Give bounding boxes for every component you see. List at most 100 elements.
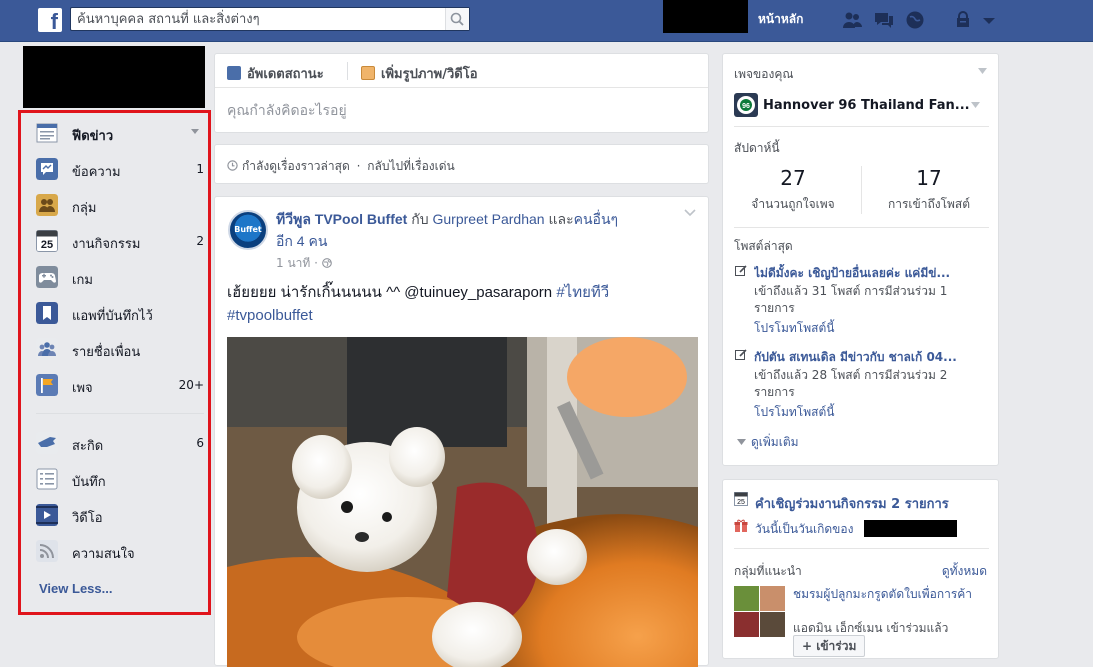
- video-icon: [36, 504, 58, 526]
- privacy-icon[interactable]: [952, 10, 974, 30]
- tab-label: เพิ่มรูปภาพ/วิดีโอ: [381, 67, 478, 82]
- tab-update-status[interactable]: อัพเดตสถานะ: [227, 63, 324, 84]
- sidebar-item-notes[interactable]: บันทึก: [36, 466, 204, 492]
- sidebar-item-news-feed[interactable]: ฟีดข่าว: [36, 120, 204, 146]
- section-title: สัปดาห์นี้: [734, 141, 780, 155]
- news-feed-icon: [36, 123, 58, 143]
- events-and-groups-panel: 25 คำเชิญร่วมงานกิจกรรม 2 รายการ วันนี้เ…: [722, 479, 999, 659]
- edit-post-icon: [735, 349, 747, 360]
- sidebar-item-label: บันทึก: [72, 475, 106, 490]
- sidebar-item-messages[interactable]: ข้อความ 1: [36, 156, 204, 182]
- sidebar-item-friend-lists[interactable]: รายชื่อเพื่อน: [36, 336, 204, 362]
- page-logo-icon[interactable]: 96: [734, 93, 758, 117]
- sidebar-item-label: สะกิด: [72, 439, 104, 454]
- page-likes-label: จำนวนถูกใจเพจ: [751, 197, 835, 211]
- see-all-link[interactable]: ดูทั้งหมด: [942, 562, 987, 581]
- page-avatar[interactable]: Buffet: [228, 210, 268, 250]
- globe-icon: [321, 258, 332, 268]
- promote-post-link[interactable]: โปรโมทโพสต์นี้: [754, 403, 834, 422]
- redacted-profile-name: [663, 0, 748, 33]
- post-author-link[interactable]: ทีวีพูล TVPool Buffet: [276, 211, 407, 227]
- badge-count: 20+: [178, 378, 204, 392]
- pages-flag-icon: [36, 374, 58, 396]
- sidebar-item-interests[interactable]: ความสนใจ: [36, 538, 204, 564]
- post-timestamp[interactable]: 1 นาที ·: [276, 254, 332, 273]
- sidebar-item-label: รายชื่อเพื่อน: [72, 345, 141, 360]
- messages-icon[interactable]: [873, 10, 895, 30]
- events-calendar-icon: 25: [36, 230, 58, 252]
- sidebar-item-label: ความสนใจ: [72, 547, 135, 562]
- pokes-icon: [36, 432, 58, 454]
- search-input[interactable]: [71, 8, 445, 30]
- event-invites-link[interactable]: คำเชิญร่วมงานกิจกรรม 2 รายการ: [755, 493, 949, 514]
- group-member-photo: [734, 612, 759, 637]
- sidebar-item-groups[interactable]: กลุ่ม: [36, 192, 204, 218]
- and-text: และ: [548, 211, 574, 227]
- recent-post-title-link[interactable]: กัปตัน สเทนเดิล มีข่าวกับ ชาลเก้ 04...: [754, 348, 990, 367]
- birthday-notice[interactable]: วันนี้เป็นวันเกิดของ: [755, 520, 853, 539]
- back-to-top-stories-link[interactable]: กลับไปที่เรื่องเด่น: [367, 159, 455, 173]
- sidebar-item-pokes[interactable]: สะกิด 6: [36, 430, 204, 456]
- photo-icon: [361, 66, 375, 80]
- recent-post-title-link[interactable]: ไม่ดีมั้งคะ เชิญป้ายอื่นเลยค่ะ แค่มีข่..…: [754, 264, 990, 283]
- calendar-icon: 25: [734, 492, 748, 506]
- tab-separator: [347, 62, 348, 80]
- recent-post-stats: เข้าถึงแล้ว 28 โพสต์ การมีส่วนร่วม 2 ราย…: [754, 368, 948, 399]
- friend-requests-icon[interactable]: [841, 10, 863, 30]
- section-title: โพสต์ล่าสุด: [734, 239, 793, 253]
- current-sort-label: กำลังดูเรื่องราวล่าสุด: [242, 159, 350, 173]
- chevron-down-icon[interactable]: [978, 68, 987, 74]
- search-button[interactable]: [445, 8, 469, 30]
- sidebar-item-label: เกม: [72, 273, 93, 288]
- post-photo[interactable]: [227, 337, 698, 667]
- group-member-photo: [734, 586, 759, 611]
- promote-post-link[interactable]: โปรโมทโพสต์นี้: [754, 319, 834, 338]
- search-box[interactable]: [70, 7, 470, 31]
- post-header: ทีวีพูล TVPool Buffet กับ Gurpreet Pardh…: [276, 208, 676, 252]
- sidebar-item-pages[interactable]: เพจ 20+: [36, 372, 204, 398]
- group-member-photo: [760, 586, 785, 611]
- chevron-down-icon[interactable]: [191, 129, 199, 135]
- friend-lists-icon: [36, 338, 58, 360]
- badge-count: 1: [196, 162, 204, 176]
- sidebar-item-video[interactable]: วิดีโอ: [36, 502, 204, 528]
- sidebar-item-events[interactable]: 25 งานกิจกรรม 2: [36, 228, 204, 254]
- sidebar-item-label: ข้อความ: [72, 165, 121, 180]
- notes-icon: [36, 468, 58, 490]
- time-text: 1 นาที: [276, 256, 311, 270]
- post-reach-count[interactable]: 17: [864, 166, 994, 190]
- page-likes-count[interactable]: 27: [728, 166, 858, 190]
- story-sort-text: กำลังดูเรื่องราวล่าสุด · กลับไปที่เรื่อง…: [227, 157, 455, 176]
- composer-tabs: อัพเดตสถานะ เพิ่มรูปภาพ/วิดีโอ: [215, 54, 708, 88]
- facebook-logo[interactable]: f: [38, 8, 62, 34]
- account-menu-icon[interactable]: [978, 10, 1000, 30]
- view-less-link[interactable]: View Less...: [39, 581, 112, 596]
- home-link[interactable]: หน้าหลัก: [758, 10, 803, 29]
- sidebar-item-label: แอพที่บันทึกไว้: [72, 309, 153, 324]
- chevron-down-icon[interactable]: [971, 102, 980, 108]
- post-options-chevron-icon[interactable]: [684, 209, 696, 217]
- join-group-button[interactable]: + เข้าร่วม: [793, 635, 866, 657]
- composer-input[interactable]: คุณกำลังคิดอะไรอยู่: [227, 100, 347, 122]
- sidebar-item-label: วิดีโอ: [72, 511, 103, 526]
- svg-text:96: 96: [742, 103, 750, 110]
- hashtag-link[interactable]: #ไทยทีวี: [556, 284, 609, 301]
- page-name-link[interactable]: Hannover 96 Thailand Fan...: [763, 98, 970, 113]
- group-thumbnail[interactable]: [734, 586, 785, 637]
- sidebar-item-games[interactable]: เกม: [36, 264, 204, 290]
- suggested-groups-title: กลุ่มที่แนะนำ: [734, 564, 802, 578]
- tab-add-photo-video[interactable]: เพิ่มรูปภาพ/วิดีโอ: [361, 63, 478, 84]
- suggested-group-name-link[interactable]: ชมรมผู้ปลูกมะกรูดตัดใบเพื่อการค้า: [793, 586, 983, 602]
- status-composer: อัพเดตสถานะ เพิ่มรูปภาพ/วิดีโอ คุณกำลังค…: [214, 53, 709, 133]
- notifications-icon[interactable]: [904, 10, 926, 30]
- top-navigation-bar: f หน้าหลัก: [0, 0, 1093, 42]
- svg-text:25: 25: [41, 239, 53, 251]
- see-more-link[interactable]: ดูเพิ่มเติม: [737, 433, 799, 452]
- others-link[interactable]: คนอื่นๆ: [574, 211, 618, 227]
- post-body-text: เฮ้ยยยย น่ารักเกิ๊นนนนน ^^ @tuinuey_pasa…: [227, 281, 697, 327]
- sidebar-item-saved-apps[interactable]: แอพที่บันทึกไว้: [36, 300, 204, 326]
- hashtag-link[interactable]: #tvpoolbuffet: [227, 307, 313, 324]
- divider: [734, 548, 989, 549]
- tagged-user-link[interactable]: Gurpreet Pardhan: [433, 211, 545, 227]
- others-count-link[interactable]: อีก 4 คน: [276, 233, 327, 249]
